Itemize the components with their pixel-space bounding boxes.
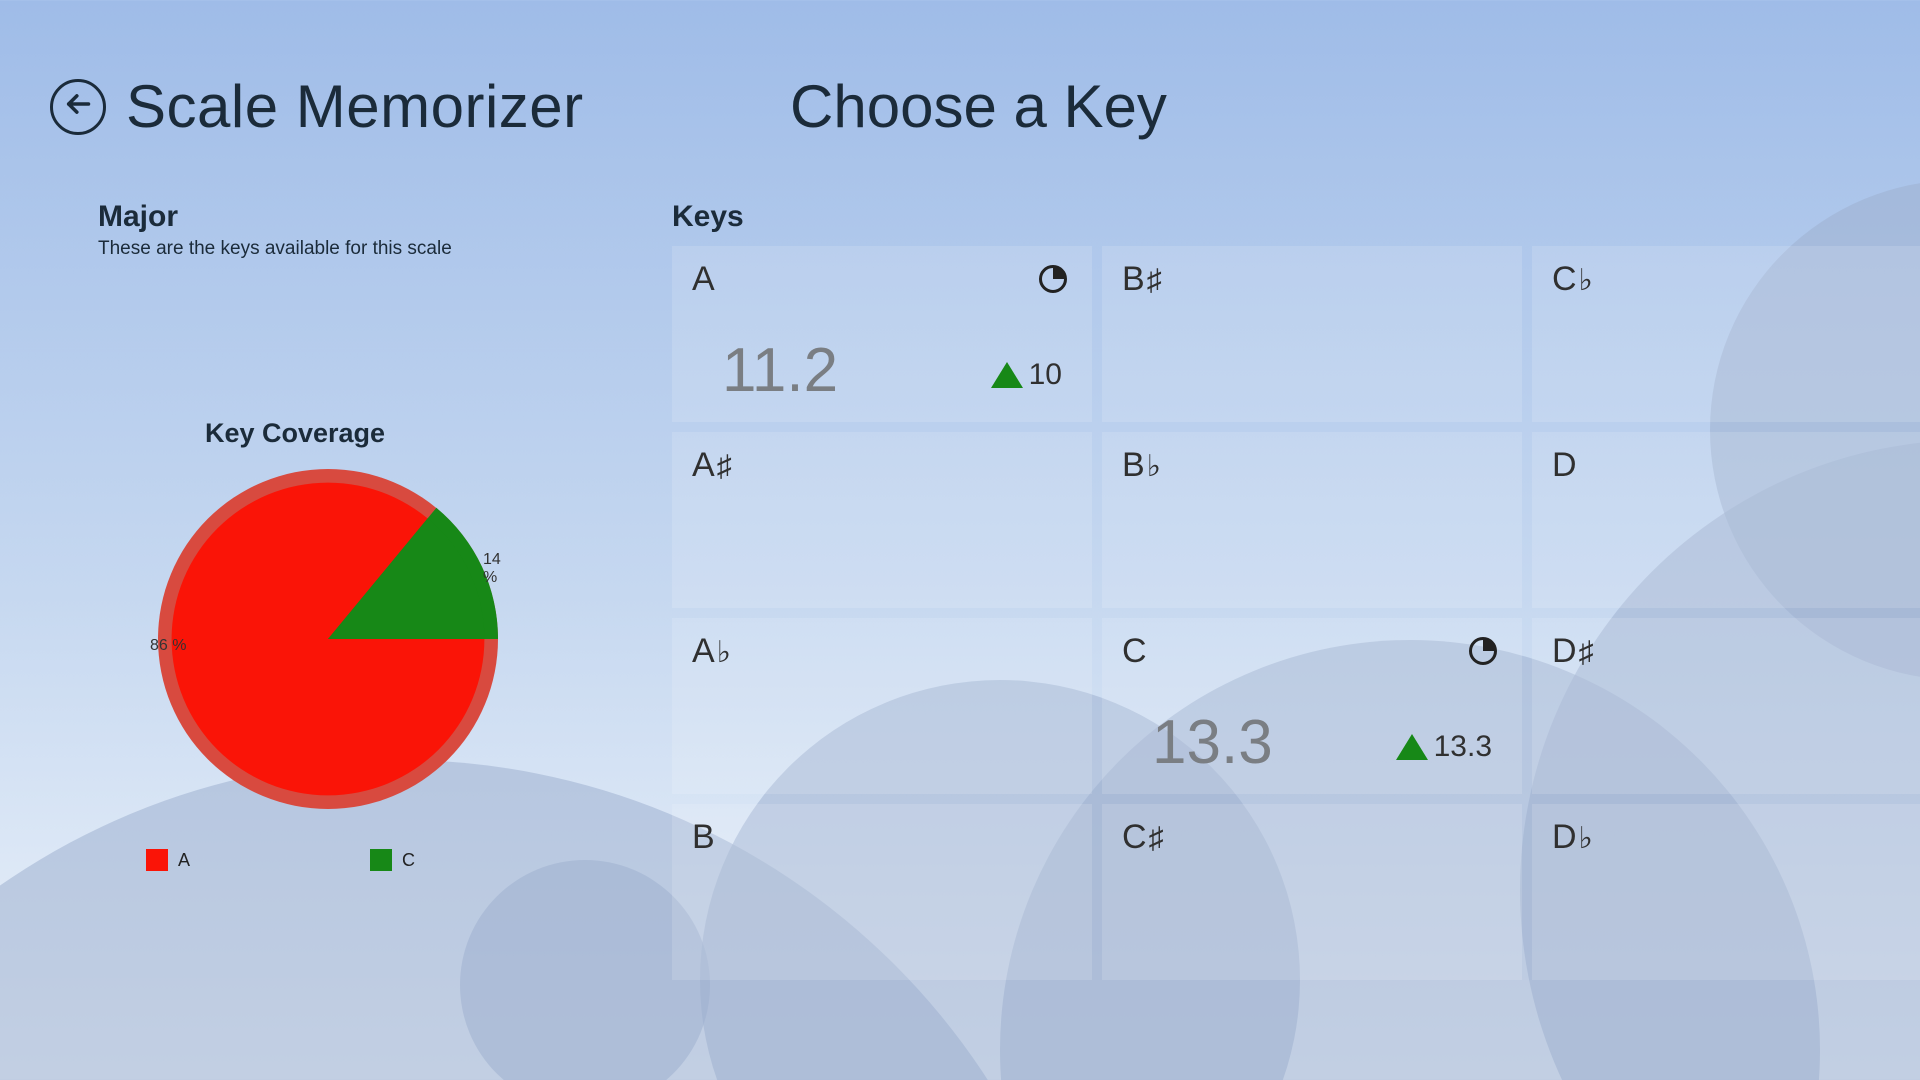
tile-delta: 10 [991, 358, 1062, 392]
accidental-icon: ♭ [1579, 263, 1593, 298]
accidental-icon: ♭ [717, 635, 731, 670]
legend-swatch [370, 849, 392, 871]
keys-panel: Keys A 11.2 10 B♯ C♭ A♯ B♭ D A♭ C 13.3 13.3 D♯ B C♯ D… [672, 200, 1920, 980]
pie-slice-label: 14 % [483, 551, 501, 587]
key-tile[interactable]: C 13.3 13.3 [1102, 618, 1522, 794]
key-tile[interactable]: A♯ [672, 432, 1092, 608]
legend-swatch [146, 849, 168, 871]
legend-item: A [146, 849, 190, 871]
key-tile[interactable]: B♯ [1102, 246, 1522, 422]
legend-label: A [178, 850, 190, 871]
accidental-icon: ♯ [1147, 264, 1162, 298]
app-title: Scale Memorizer [126, 72, 584, 141]
key-tile-label: D [1552, 446, 1577, 485]
tile-delta: 13.3 [1396, 730, 1492, 764]
key-tile-label: B♭ [1122, 446, 1161, 485]
key-tile-label: A♭ [692, 632, 731, 671]
key-tile[interactable]: D♯ [1532, 618, 1920, 794]
key-tile-label: C [1122, 632, 1147, 671]
chart-title: Key Coverage [80, 418, 510, 449]
key-tile-label: B♯ [1122, 260, 1162, 299]
key-tile-label: A [692, 260, 715, 299]
key-tile[interactable]: D [1532, 432, 1920, 608]
accidental-icon: ♭ [1579, 821, 1593, 856]
tile-clock-icon [1468, 636, 1498, 671]
key-tile-label: C♭ [1552, 260, 1593, 299]
keys-heading: Keys [672, 200, 1920, 234]
legend-label: C [402, 850, 415, 871]
key-tile[interactable]: C♭ [1532, 246, 1920, 422]
arrow-left-icon [64, 90, 92, 123]
page-title: Choose a Key [790, 72, 1167, 141]
scale-subtitle: These are the keys available for this sc… [98, 238, 578, 260]
legend-item: C [370, 849, 415, 871]
accidental-icon: ♭ [1147, 449, 1161, 484]
tile-delta-value: 10 [1029, 358, 1062, 392]
key-tile-label: B [692, 818, 715, 857]
accidental-icon: ♯ [717, 450, 732, 484]
clock-progress-icon [1038, 264, 1068, 294]
key-tile-label: A♯ [692, 446, 732, 485]
pie-slice-label: 86 % [150, 637, 186, 655]
key-tile[interactable]: D♭ [1532, 804, 1920, 980]
accidental-icon: ♯ [1579, 636, 1594, 670]
accidental-icon: ♯ [1149, 822, 1164, 856]
clock-progress-icon [1468, 636, 1498, 666]
key-grid: A 11.2 10 B♯ C♭ A♯ B♭ D A♭ C 13.3 13.3 D♯ B C♯ D♭ [672, 246, 1920, 980]
key-tile[interactable]: C♯ [1102, 804, 1522, 980]
tile-delta-value: 13.3 [1434, 730, 1492, 764]
tile-score: 13.3 [1152, 707, 1273, 778]
triangle-up-icon [991, 362, 1023, 388]
key-tile-label: D♭ [1552, 818, 1593, 857]
scale-name: Major [98, 200, 578, 234]
tile-clock-icon [1038, 264, 1068, 299]
tile-score: 11.2 [722, 335, 838, 406]
left-panel: Major These are the keys available for t… [98, 200, 578, 871]
key-tile[interactable]: A 11.2 10 [672, 246, 1092, 422]
key-tile[interactable]: B♭ [1102, 432, 1522, 608]
chart-legend: A C [146, 849, 578, 871]
key-tile[interactable]: A♭ [672, 618, 1092, 794]
back-button[interactable] [50, 79, 106, 135]
header: Scale Memorizer [50, 72, 584, 141]
key-tile-label: D♯ [1552, 632, 1594, 671]
key-tile-label: C♯ [1122, 818, 1164, 857]
pie-chart: 14 % 86 % [158, 469, 498, 809]
key-tile[interactable]: B [672, 804, 1092, 980]
triangle-up-icon [1396, 734, 1428, 760]
